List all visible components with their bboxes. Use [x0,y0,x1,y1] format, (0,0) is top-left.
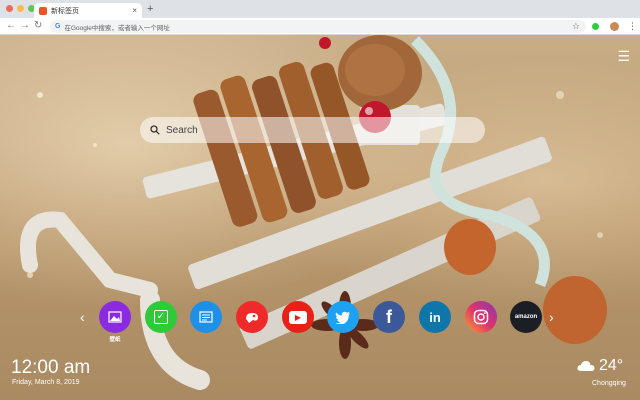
cloud-icon [577,361,595,371]
address-bar-placeholder: 在Google中搜索，或者输入一个网址 [64,24,170,32]
shortcut-facebook[interactable]: f [373,301,405,333]
weather-temperature: 24° [599,357,624,374]
amazon-icon: amazon [514,314,538,320]
shortcut-amazon[interactable]: amazon [510,301,542,333]
facebook-icon: f [386,306,392,327]
shortcut-check[interactable]: ✓ [145,301,177,333]
search-bar[interactable] [140,117,485,143]
prev-shortcuts-button[interactable]: ‹ [80,309,85,325]
shortcut-game[interactable] [236,301,268,333]
browser-tab-bar: 新标签页 × + [0,0,640,18]
linkedin-icon: in [429,309,441,325]
tab-title: 新标签页 [51,7,79,15]
gamepad-icon [246,313,258,323]
news-icon [199,311,213,323]
youtube-icon: ▶ [289,310,307,324]
shortcut-news[interactable] [190,301,222,333]
address-bar[interactable]: G 在Google中搜索，或者输入一个网址 ☆ [50,20,586,33]
forward-button[interactable]: → [20,19,30,33]
bookmark-star-icon[interactable]: ☆ [572,20,580,33]
window-controls [6,5,35,12]
new-tab-page: ☰ ‹ 壁纸 ✓ [0,35,640,400]
shortcut-bar: ‹ 壁纸 ✓ ▶ f in amazon › [80,301,560,343]
google-icon: G [55,23,61,30]
clock-date: Friday, March 8, 2019 [12,379,80,386]
tab-close-icon[interactable]: × [132,6,137,15]
close-window-button[interactable] [6,5,13,12]
search-input[interactable] [166,124,466,136]
wallpaper-image [20,35,607,390]
shortcut-linkedin[interactable]: in [419,301,451,333]
twitter-icon [335,311,350,324]
weather-city: Chongqing [592,380,626,387]
shortcut-twitter[interactable] [327,301,359,333]
shortcut-gallery-label: 壁纸 [109,337,121,343]
shortcut-instagram[interactable] [465,301,497,333]
instagram-icon [473,309,489,325]
browser-toolbar: ← → ↻ G 在Google中搜索，或者输入一个网址 ☆ ⋮ [0,18,640,35]
profile-avatar[interactable] [610,22,619,31]
back-button[interactable]: ← [6,19,16,33]
extension-icon[interactable] [592,23,599,30]
next-shortcuts-button[interactable]: › [549,309,554,325]
browser-menu-button[interactable]: ⋮ [628,20,637,32]
new-tab-button[interactable]: + [147,3,153,15]
clock-time: 12:00 am [11,357,91,378]
shortcut-gallery[interactable]: 壁纸 [99,301,131,343]
minimize-window-button[interactable] [17,5,24,12]
menu-icon[interactable]: ☰ [617,49,630,63]
tab-favicon-icon [39,6,47,15]
checkbox-icon: ✓ [154,310,168,324]
picture-icon [108,311,122,323]
reload-button[interactable]: ↻ [34,19,42,33]
tab-new-tab[interactable]: 新标签页 × [34,3,142,18]
shortcut-youtube[interactable]: ▶ [282,301,314,333]
search-icon [150,125,160,135]
